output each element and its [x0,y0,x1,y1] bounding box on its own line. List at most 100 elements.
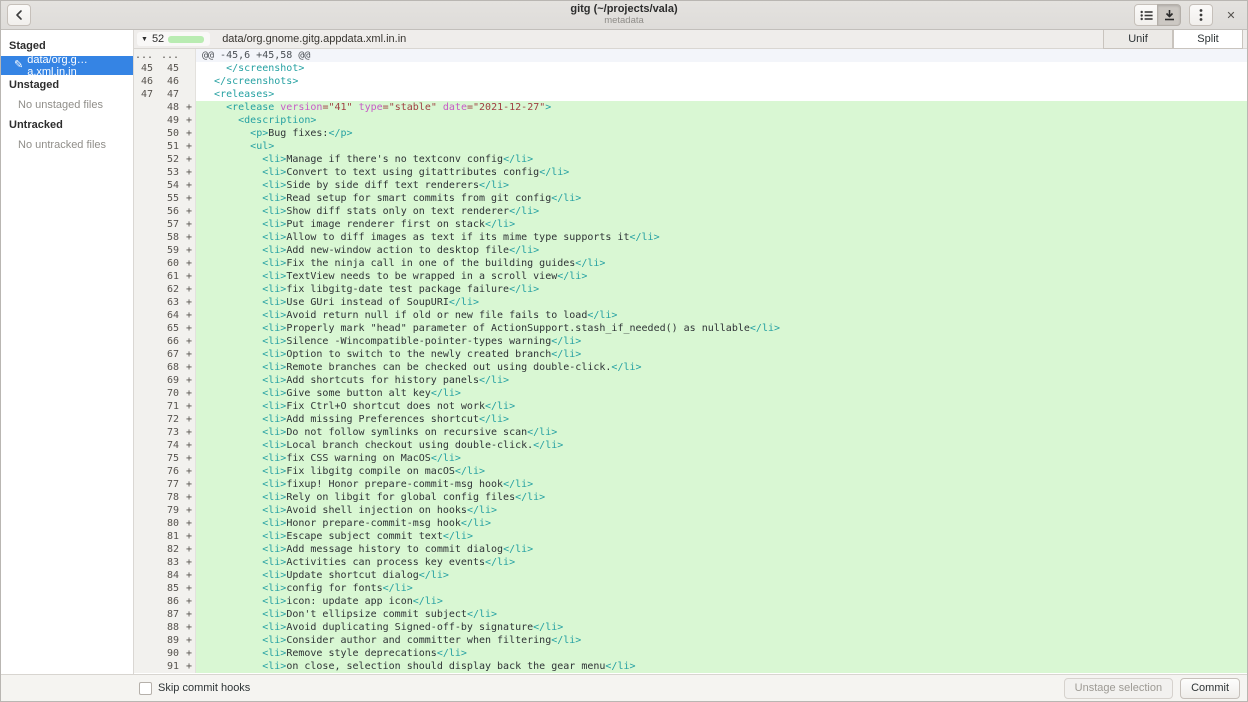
diff-line[interactable]: 90+ <li>Remove style deprecations</li> [134,647,1247,660]
line-content: <li>Put image renderer first on stack</l… [196,218,1247,231]
old-line-number [134,270,158,283]
diff-line[interactable]: 91+ <li>on close, selection should displ… [134,660,1247,673]
line-marker: + [184,478,196,491]
save-patch-button[interactable] [1157,4,1181,26]
diff-line[interactable]: 4646 </screenshots> [134,75,1247,88]
menu-button[interactable] [1189,4,1213,26]
diff-line[interactable]: 69+ <li>Add shortcuts for history panels… [134,374,1247,387]
new-line-number: 81 [158,530,184,543]
diff-line[interactable]: 89+ <li>Consider author and committer wh… [134,634,1247,647]
line-marker: + [184,530,196,543]
diff-line[interactable]: 49+ <description> [134,114,1247,127]
new-line-number: 59 [158,244,184,257]
diff-line[interactable]: 75+ <li>fix CSS warning on MacOS</li> [134,452,1247,465]
new-line-number: 68 [158,361,184,374]
back-button[interactable] [7,4,31,26]
sidebar-item-staged-file[interactable]: ✎ data/org.g…a.xml.in.in [1,56,133,75]
diff-line[interactable]: 83+ <li>Activities can process key event… [134,556,1247,569]
diff-line[interactable]: 60+ <li>Fix the ninja call in one of the… [134,257,1247,270]
diff-line[interactable]: 56+ <li>Show diff stats only on text ren… [134,205,1247,218]
diff-line[interactable]: 70+ <li>Give some button alt key</li> [134,387,1247,400]
new-line-number: 65 [158,322,184,335]
diff-line[interactable]: 79+ <li>Avoid shell injection on hooks</… [134,504,1247,517]
diff-line[interactable]: 53+ <li>Convert to text using gitattribu… [134,166,1247,179]
diff-line[interactable]: 62+ <li>fix libgitg-date test package fa… [134,283,1247,296]
old-line-number [134,647,158,660]
old-line-number [134,621,158,634]
diff-line[interactable]: 57+ <li>Put image renderer first on stac… [134,218,1247,231]
checkbox-box[interactable] [139,682,152,695]
diff-line[interactable]: 84+ <li>Update shortcut dialog</li> [134,569,1247,582]
old-line-number [134,387,158,400]
new-line-number: 74 [158,439,184,452]
diff-line[interactable]: 4747 <releases> [134,88,1247,101]
unified-view-button[interactable]: Unif [1103,29,1173,49]
diff-expander[interactable]: ▼ 52 [137,32,210,46]
diff-line[interactable]: 61+ <li>TextView needs to be wrapped in … [134,270,1247,283]
diff-line[interactable]: 58+ <li>Allow to diff images as text if … [134,231,1247,244]
diff-line[interactable]: 87+ <li>Don't ellipsize commit subject</… [134,608,1247,621]
diff-line[interactable]: 88+ <li>Avoid duplicating Signed-off-by … [134,621,1247,634]
diff-line[interactable]: 59+ <li>Add new-window action to desktop… [134,244,1247,257]
line-content: <li>Add new-window action to desktop fil… [196,244,1247,257]
diff-line[interactable]: 54+ <li>Side by side diff text renderers… [134,179,1247,192]
diff-line[interactable]: 82+ <li>Add message history to commit di… [134,543,1247,556]
old-line-number [134,465,158,478]
commit-button[interactable]: Commit [1180,678,1240,699]
diff-line[interactable]: 72+ <li>Add missing Preferences shortcut… [134,413,1247,426]
line-content: <li>Do not follow symlinks on recursive … [196,426,1247,439]
diff-line[interactable]: 68+ <li>Remote branches can be checked o… [134,361,1247,374]
old-line-number [134,413,158,426]
old-line-number [134,283,158,296]
window-close-button[interactable]: ✕ [1221,5,1241,25]
skip-commit-hooks-checkbox[interactable]: Skip commit hooks [139,682,250,695]
old-line-number [134,491,158,504]
edit-file-icon: ✎ [14,60,23,71]
diff-line[interactable]: 55+ <li>Read setup for smart commits fro… [134,192,1247,205]
old-line-number [134,582,158,595]
diff-line[interactable]: 77+ <li>fixup! Honor prepare-commit-msg … [134,478,1247,491]
diff-line[interactable]: 65+ <li>Properly mark "head" parameter o… [134,322,1247,335]
new-line-number: 90 [158,647,184,660]
new-line-number: 52 [158,153,184,166]
old-line-number [134,257,158,270]
unstage-selection-button[interactable]: Unstage selection [1064,678,1173,699]
diff-line[interactable]: 64+ <li>Avoid return null if old or new … [134,309,1247,322]
diff-line[interactable]: 52+ <li>Manage if there's no textconv co… [134,153,1247,166]
diff-line[interactable]: 86+ <li>icon: update app icon</li> [134,595,1247,608]
new-line-number: 84 [158,569,184,582]
old-line-number [134,309,158,322]
diff-line[interactable]: 80+ <li>Honor prepare-commit-msg hook</l… [134,517,1247,530]
diff-line[interactable]: 78+ <li>Rely on libgit for global config… [134,491,1247,504]
split-view-button[interactable]: Split [1173,29,1243,49]
diff-line[interactable]: 51+ <ul> [134,140,1247,153]
diff-line[interactable]: 81+ <li>Escape subject commit text</li> [134,530,1247,543]
diff-line[interactable]: 67+ <li>Option to switch to the newly cr… [134,348,1247,361]
staged-file-label: data/org.g…a.xml.in.in [27,54,129,78]
expander-arrow-icon: ▼ [141,36,148,43]
diff-line[interactable]: 71+ <li>Fix Ctrl+O shortcut does not wor… [134,400,1247,413]
new-line-number: 76 [158,465,184,478]
diff-line[interactable]: 85+ <li>config for fonts</li> [134,582,1247,595]
list-view-button[interactable] [1134,4,1158,26]
line-marker: + [184,634,196,647]
new-line-number: 85 [158,582,184,595]
diff-line[interactable]: 48+ <release version="41" type="stable" … [134,101,1247,114]
line-content: <li>Read setup for smart commits from gi… [196,192,1247,205]
diff-line[interactable]: 63+ <li>Use GUri instead of SoupURI</li> [134,296,1247,309]
diff-hunk-header[interactable]: ......@@ -45,6 +45,58 @@ [134,49,1247,62]
diff-line[interactable]: 4545 </screenshot> [134,62,1247,75]
line-marker: + [184,309,196,322]
diff-line[interactable]: 73+ <li>Do not follow symlinks on recurs… [134,426,1247,439]
old-line-number [134,504,158,517]
old-line-number [134,400,158,413]
diff-line[interactable]: 74+ <li>Local branch checkout using doub… [134,439,1247,452]
old-line-number [134,127,158,140]
diff-line[interactable]: 50+ <p>Bug fixes:</p> [134,127,1247,140]
line-marker [184,75,196,88]
diff-line[interactable]: 66+ <li>Silence -Wincompatible-pointer-t… [134,335,1247,348]
old-line-number: ... [134,49,158,62]
old-line-number [134,114,158,127]
new-line-number: 49 [158,114,184,127]
diff-line[interactable]: 76+ <li>Fix libgitg compile on macOS</li… [134,465,1247,478]
